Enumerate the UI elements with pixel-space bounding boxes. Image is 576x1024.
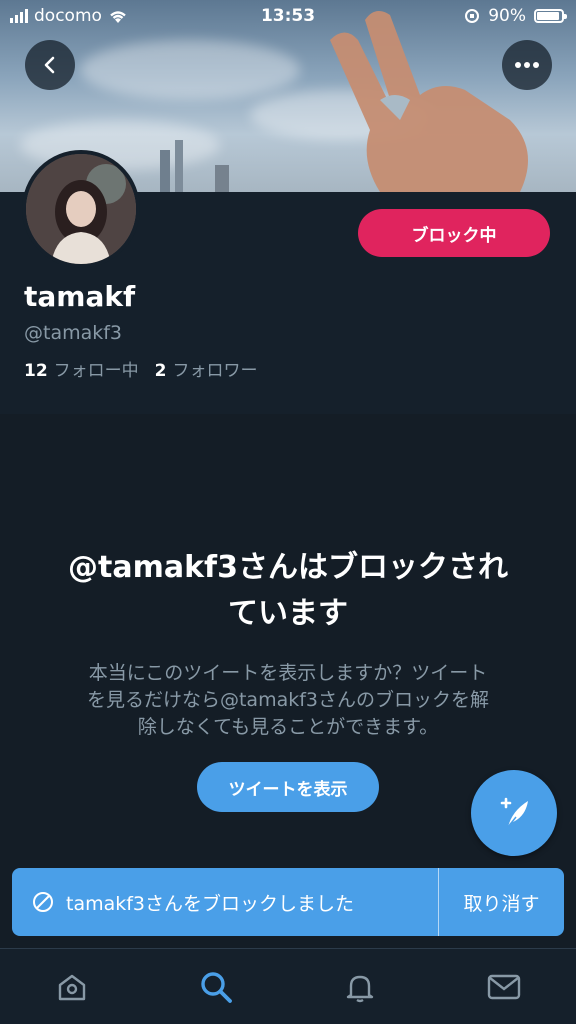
block-icon	[33, 892, 53, 912]
mail-icon	[487, 974, 521, 999]
bell-icon	[346, 975, 374, 1002]
compose-tweet-button[interactable]	[471, 770, 557, 856]
blocked-toast: tamakf3さんをブロックしました 取り消す	[12, 868, 564, 936]
avatar[interactable]	[22, 150, 140, 268]
compose-tweet-icon	[500, 797, 528, 828]
followers-count: 2	[154, 361, 167, 381]
tab-messages[interactable]	[474, 957, 534, 1017]
back-button[interactable]	[25, 40, 75, 90]
following-count: 12	[24, 361, 48, 381]
avatar-image	[26, 154, 136, 264]
followers-label: フォロワー	[172, 361, 258, 381]
blocking-button[interactable]: ブロック中	[358, 209, 550, 257]
bottom-tab-bar	[0, 948, 576, 1024]
back-arrow-icon	[44, 56, 55, 74]
battery-icon	[534, 9, 567, 23]
show-tweets-button[interactable]: ツイートを表示	[197, 762, 379, 812]
blocked-title: @tamakf3さんはブロックされ ています	[40, 545, 536, 637]
followers-link[interactable]: 2 フォロワー	[155, 356, 258, 381]
blocked-title-line1: @tamakf3さんはブロックされ	[68, 550, 508, 585]
tab-home[interactable]	[42, 957, 102, 1017]
blocked-title-line2: ています	[228, 596, 348, 631]
follow-stats: 12 フォロー中 2 フォロワー	[24, 356, 258, 381]
battery-percent: 90%	[488, 6, 526, 26]
more-button[interactable]	[502, 40, 552, 90]
tab-search[interactable]	[186, 957, 246, 1017]
blocked-desc-line2: を見るだけなら@tamakf3さんのブロックを解	[86, 689, 490, 711]
undo-button[interactable]: 取り消す	[439, 889, 564, 916]
blocked-description: 本当にこのツイートを表示しますか？ツイート を見るだけなら@tamakf3さんの…	[54, 660, 522, 741]
following-label: フォロー中	[53, 361, 139, 381]
home-icon	[58, 974, 86, 1000]
toast-message: tamakf3さんをブロックしました	[66, 892, 355, 915]
search-icon	[201, 971, 232, 1003]
status-bar: docomo 13:53 90%	[0, 0, 576, 34]
more-icon	[515, 62, 539, 68]
tab-notifications[interactable]	[330, 957, 390, 1017]
blocked-desc-line1: 本当にこのツイートを表示しますか？ツイート	[88, 662, 488, 684]
profile-name: tamakf	[24, 280, 136, 313]
following-link[interactable]: 12 フォロー中	[24, 356, 139, 381]
profile-handle: @tamakf3	[24, 322, 123, 344]
rotation-lock-icon	[465, 9, 480, 23]
blocked-desc-line3: 除しなくても見ることができます。	[137, 716, 439, 738]
